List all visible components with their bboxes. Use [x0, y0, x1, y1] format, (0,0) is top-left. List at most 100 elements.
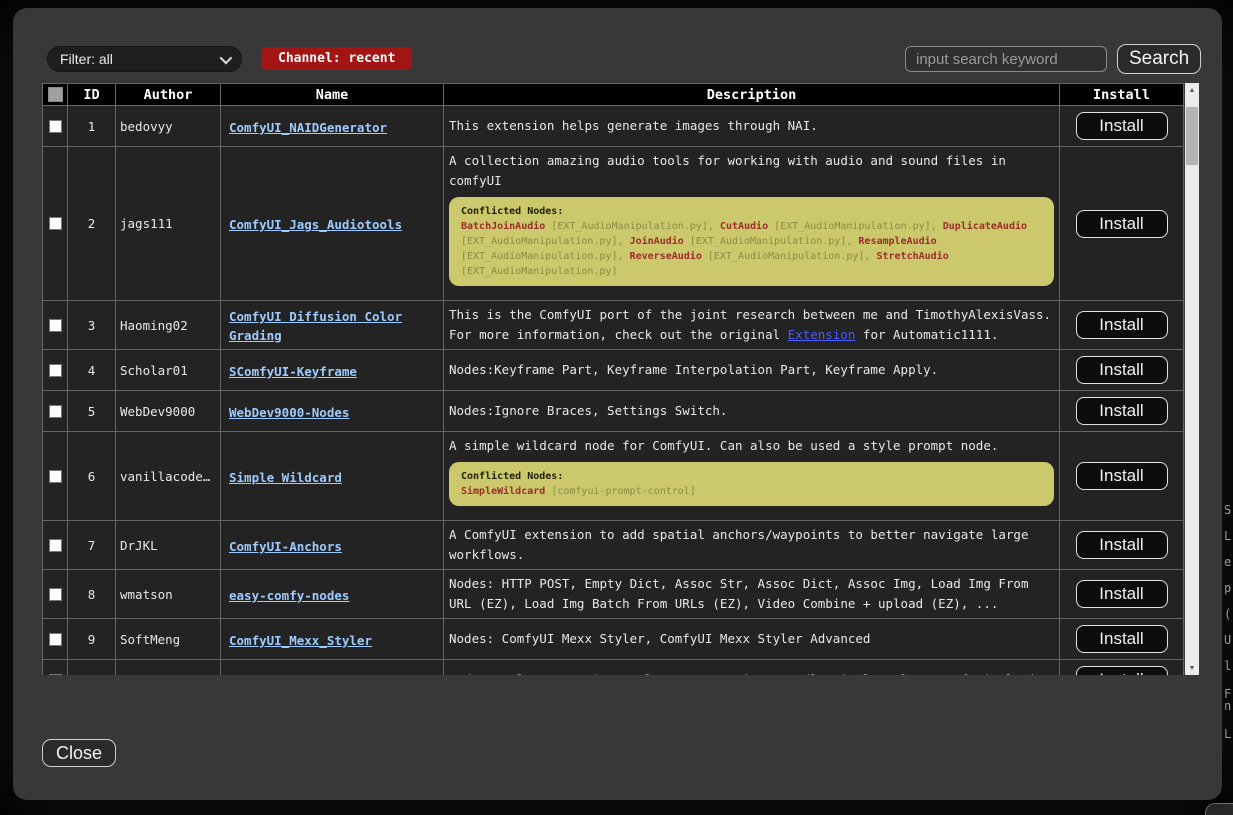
chevron-down-icon — [220, 51, 233, 64]
extension-name-link[interactable]: ComfyUI_NAIDGenerator — [229, 120, 387, 135]
channel-badge[interactable]: Channel: recent — [261, 47, 412, 70]
row-description: A collection amazing audio tools for wor… — [449, 151, 1054, 191]
table-row: 8wmatsoneasy-comfy-nodesNodes: HTTP POST… — [43, 570, 1184, 619]
row-checkbox[interactable] — [49, 674, 62, 676]
conflict-node-name: StretchAudio — [876, 251, 948, 262]
background-clipped-text: e — [1224, 555, 1233, 569]
install-button[interactable]: Install — [1076, 356, 1168, 384]
install-button[interactable]: Install — [1076, 112, 1168, 140]
row-id: 4 — [68, 350, 116, 391]
background-panel-corner — [1205, 803, 1233, 815]
scrollbar-thumb[interactable] — [1186, 107, 1198, 165]
search-button[interactable]: Search — [1117, 44, 1201, 74]
column-header-author: Author — [116, 84, 221, 106]
conflict-node-name: CutAudio — [720, 221, 768, 232]
extension-name-link[interactable]: ComfyUI-Anchors — [229, 539, 342, 554]
conflict-node-source: [EXT_AudioManipulation.py] — [461, 236, 618, 247]
row-checkbox[interactable] — [49, 470, 62, 483]
row-description: Nodes: HTTP POST, Empty Dict, Assoc Str,… — [449, 574, 1054, 614]
description-link[interactable]: Extension — [788, 327, 856, 342]
close-button[interactable]: Close — [42, 739, 116, 767]
install-button[interactable]: Install — [1076, 625, 1168, 653]
install-button[interactable]: Install — [1076, 666, 1168, 675]
row-checkbox[interactable] — [49, 364, 62, 377]
conflict-node-source: [EXT_AudioManipulation.py] — [690, 236, 847, 247]
row-checkbox[interactable] — [49, 120, 62, 133]
extensions-table-viewport: ID Author Name Description Install 1 bedo… — [42, 83, 1185, 675]
filter-select[interactable]: Filter: all — [47, 46, 242, 72]
extension-name-link[interactable]: easy-comfy-nodes — [229, 588, 349, 603]
row-checkbox[interactable] — [49, 539, 62, 552]
conflict-node-name: JoinAudio — [630, 236, 684, 247]
row-description: Nodes:Ignore Braces, Settings Switch. — [449, 401, 1054, 421]
conflict-node-name: ResampleAudio — [858, 236, 936, 247]
conflict-node-source: [EXT_AudioManipulation.py] — [551, 221, 708, 232]
filter-select-value: Filter: all — [60, 51, 113, 67]
table-header-row: ID Author Name Description Install — [43, 84, 1184, 106]
conflict-node-source: [EXT_AudioManipulation.py] — [461, 266, 618, 277]
scroll-up-arrow-icon[interactable]: ▲ — [1185, 83, 1199, 97]
install-button[interactable]: Install — [1076, 580, 1168, 608]
table-row: 6 vanillacode314 Simple Wildcard A simple w… — [43, 432, 1184, 521]
row-id: 5 — [68, 391, 116, 432]
extension-name-link[interactable]: Simple Wildcard — [229, 470, 342, 485]
table-row: 2 jags111 ComfyUI_Jags_Audiotools A collect… — [43, 147, 1184, 301]
row-author: Haoming02 — [120, 318, 216, 333]
conflicted-nodes-title: Conflicted Nodes: — [461, 204, 1042, 219]
extension-name-link[interactable]: ComfyUI_Mexx_Styler — [229, 633, 372, 648]
background-clipped-text: ( — [1224, 607, 1233, 621]
scroll-down-arrow-icon[interactable]: ▼ — [1185, 661, 1199, 675]
row-author: DrJKL — [120, 538, 216, 553]
select-all-checkbox[interactable] — [48, 87, 63, 102]
table-row: 7DrJKLComfyUI-AnchorsA ComfyUI extension… — [43, 521, 1184, 570]
conflict-node-source: [EXT_AudioManipulation.py] — [774, 221, 931, 232]
install-button[interactable]: Install — [1076, 462, 1168, 490]
conflict-node-name: ReverseAudio — [630, 251, 702, 262]
row-id: 8 — [68, 570, 116, 619]
extension-name-link[interactable]: SComfyUI-Keyframe — [229, 364, 357, 379]
row-author: bedovyy — [120, 119, 216, 134]
conflicted-nodes-list: SimpleWildcard [comfyui-prompt-control] — [461, 484, 1042, 499]
table-row: 4Scholar01SComfyUI-KeyframeNodes:Keyfram… — [43, 350, 1184, 391]
table-row: 3 Haoming02 ComfyUI Diffusion Color Gradin… — [43, 301, 1184, 350]
extension-name-link[interactable]: ComfyUI_Jags_Audiotools — [229, 217, 402, 232]
row-checkbox[interactable] — [49, 217, 62, 230]
conflict-node-name: DuplicateAudio — [943, 221, 1027, 232]
row-checkbox[interactable] — [49, 405, 62, 418]
row-checkbox[interactable] — [49, 588, 62, 601]
row-author: jags111 — [120, 216, 216, 231]
row-description: A simple wildcard node for ComfyUI. Can … — [449, 436, 1054, 456]
row-author: vanillacode314 — [120, 469, 216, 484]
table-row: 1bedovyyComfyUI_NAIDGeneratorThis extens… — [43, 106, 1184, 147]
table-scrollbar[interactable]: ▲ ▼ — [1185, 83, 1199, 675]
screen: SLep(Ul'FnL Filter: all Channel: recent … — [0, 0, 1233, 815]
extension-name-link[interactable]: ComfyUI Diffusion Color Grading — [229, 309, 402, 343]
install-button[interactable]: Install — [1076, 210, 1168, 238]
extensions-table: ID Author Name Description Install 1 bedo… — [42, 83, 1184, 675]
extension-name-link[interactable]: ComfyUI Yolov8 — [229, 674, 334, 676]
extension-name-link[interactable]: WebDev9000-Nodes — [229, 405, 349, 420]
conflict-node-name: SimpleWildcard — [461, 486, 545, 497]
row-author: zcfrank1st — [120, 673, 216, 676]
conflict-node-name: BatchJoinAudio — [461, 221, 545, 232]
install-button[interactable]: Install — [1076, 311, 1168, 339]
install-button[interactable]: Install — [1076, 397, 1168, 425]
conflict-node-source: [comfyui-prompt-control] — [551, 486, 696, 497]
row-checkbox[interactable] — [49, 319, 62, 332]
row-id: 6 — [68, 432, 116, 521]
conflict-node-source: [EXT_AudioManipulation.py] — [461, 251, 618, 262]
conflicted-nodes-box: Conflicted Nodes: BatchJoinAudio [EXT_Aud… — [449, 197, 1054, 286]
row-id: 1 — [68, 106, 116, 147]
row-checkbox[interactable] — [49, 633, 62, 646]
row-id: 7 — [68, 521, 116, 570]
row-author: WebDev9000 — [120, 404, 216, 419]
column-header-name: Name — [221, 84, 444, 106]
column-header-description: Description — [444, 84, 1060, 106]
column-header-id: ID — [68, 84, 116, 106]
install-button[interactable]: Install — [1076, 531, 1168, 559]
conflicted-nodes-title: Conflicted Nodes: — [461, 469, 1042, 484]
column-header-install: Install — [1060, 84, 1184, 106]
search-input[interactable] — [905, 46, 1107, 72]
row-id: 3 — [68, 301, 116, 350]
row-id: 2 — [68, 147, 116, 301]
